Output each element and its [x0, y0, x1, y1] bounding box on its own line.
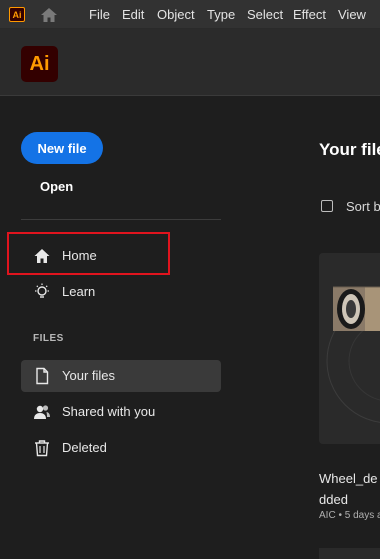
illustrator-logo: Ai	[21, 46, 58, 82]
home-icon	[34, 249, 50, 263]
sort-checkbox[interactable]	[321, 200, 333, 212]
trash-icon	[35, 440, 49, 457]
sidebar-item-your-files[interactable]: Your files	[21, 360, 221, 392]
file-name-line2: dded	[319, 492, 348, 507]
users-icon	[34, 405, 50, 419]
sidebar-divider	[21, 219, 221, 220]
menu-select[interactable]: Select	[247, 7, 283, 22]
app-header: Ai	[0, 29, 380, 96]
new-file-button[interactable]: New file	[21, 132, 103, 164]
menu-bar: Ai File Edit Object Type Select Effect V…	[0, 0, 380, 29]
files-section-label: FILES	[33, 333, 64, 344]
menu-view[interactable]: View	[338, 7, 366, 22]
file-name[interactable]: Wheel_de dded	[319, 468, 380, 510]
sidebar-item-label: Your files	[62, 368, 115, 383]
file-thumbnail	[319, 253, 380, 444]
menu-object[interactable]: Object	[157, 7, 195, 22]
sidebar-item-label: Shared with you	[62, 404, 156, 419]
lightbulb-icon	[35, 283, 49, 298]
menu-effect[interactable]: Effect	[293, 7, 326, 22]
file-name-line1: Wheel_de	[319, 471, 378, 486]
page-title: Your file	[319, 140, 380, 159]
sidebar-item-label: Learn	[62, 284, 96, 299]
menu-type[interactable]: Type	[207, 7, 235, 22]
sidebar-item-label: Home	[62, 248, 97, 263]
home-icon[interactable]	[39, 6, 59, 24]
sort-label[interactable]: Sort b	[346, 199, 380, 214]
open-button[interactable]: Open	[40, 179, 73, 194]
illustrator-app-icon[interactable]: Ai	[9, 7, 25, 22]
file-icon	[36, 367, 49, 385]
next-card-edge	[319, 548, 380, 559]
menu-file[interactable]: File	[89, 7, 110, 22]
sidebar-item-shared[interactable]: Shared with you	[21, 396, 221, 428]
menu-edit[interactable]: Edit	[122, 7, 144, 22]
sidebar-item-label: Deleted	[62, 440, 107, 455]
file-meta: AIC • 5 days a	[319, 510, 380, 521]
file-card[interactable]	[319, 253, 380, 444]
sidebar-item-deleted[interactable]: Deleted	[21, 432, 221, 464]
sidebar	[0, 96, 240, 559]
sidebar-item-learn[interactable]: Learn	[21, 276, 221, 308]
sidebar-item-home[interactable]: Home	[21, 240, 221, 272]
